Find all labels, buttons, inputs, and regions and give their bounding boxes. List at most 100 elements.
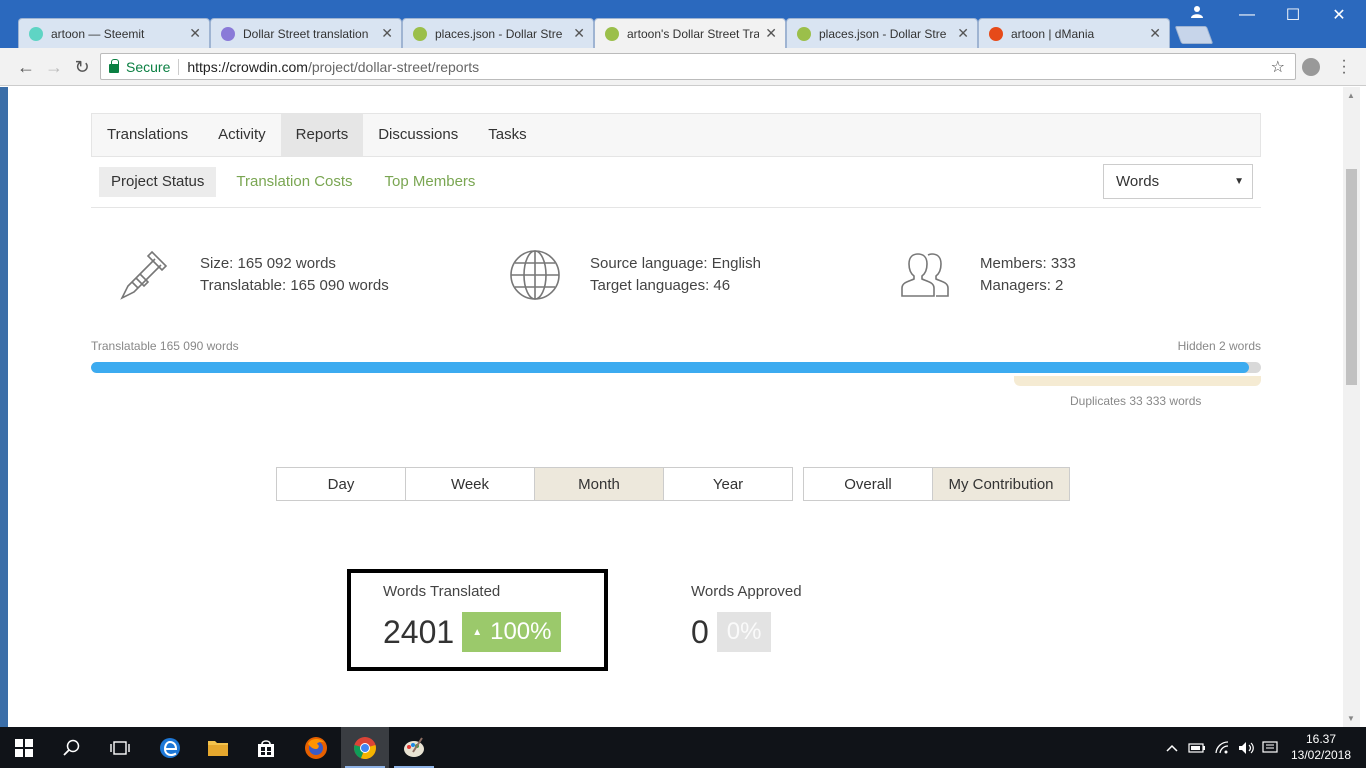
- metric-words-approved: Words Approved 0 0%: [691, 583, 802, 652]
- steemit-favicon-icon: [29, 26, 43, 41]
- subtab-translation-costs[interactable]: Translation Costs: [224, 167, 364, 197]
- subtab-top-members[interactable]: Top Members: [373, 167, 488, 197]
- close-tab-icon[interactable]: ✕: [189, 25, 201, 42]
- period-day-button[interactable]: Day: [276, 467, 405, 501]
- report-sub-tabs: Project Status Translation Costs Top Mem…: [91, 164, 1261, 208]
- unit-select[interactable]: Words ▼: [1103, 164, 1253, 199]
- browser-tab[interactable]: places.json - Dollar Stre ✕: [402, 18, 594, 48]
- action-center-icon[interactable]: [1262, 727, 1278, 768]
- firefox-icon[interactable]: [292, 727, 340, 768]
- tab-translations[interactable]: Translations: [92, 114, 203, 156]
- new-tab-button[interactable]: [1174, 26, 1214, 44]
- close-tab-icon[interactable]: ✕: [381, 25, 393, 42]
- close-tab-icon[interactable]: ✕: [1149, 25, 1161, 42]
- unit-select-value: Words: [1116, 173, 1160, 190]
- tab-reports[interactable]: Reports: [280, 114, 364, 156]
- stat-source-language: Source language: English: [590, 255, 761, 272]
- search-icon[interactable]: [48, 727, 96, 768]
- lock-icon: [109, 59, 119, 73]
- tab-discussions[interactable]: Discussions: [363, 114, 473, 156]
- project-nav-tabs: Translations Activity Reports Discussion…: [91, 113, 1261, 157]
- browser-tab-title: artoon's Dollar Street Tra: [627, 26, 760, 41]
- browser-tab[interactable]: artoon | dMania ✕: [978, 18, 1170, 48]
- browser-tab[interactable]: Dollar Street translation ✕: [210, 18, 402, 48]
- scope-overall-button[interactable]: Overall: [803, 467, 932, 501]
- chevron-down-icon: ▼: [1234, 176, 1244, 187]
- minimize-icon[interactable]: —: [1224, 0, 1270, 30]
- start-button[interactable]: [0, 727, 48, 768]
- windows-taskbar: 16.37 13/02/2018: [0, 727, 1366, 768]
- stat-languages: Source language: English Target language…: [508, 245, 761, 305]
- browser-tab-title: places.json - Dollar Stre: [819, 26, 947, 41]
- browser-menu-icon[interactable]: · · ·: [1340, 53, 1348, 81]
- metric-percent: 100%: [490, 618, 552, 645]
- maximize-icon[interactable]: ☐: [1270, 0, 1316, 30]
- wifi-icon[interactable]: [1214, 727, 1232, 768]
- page-scrollbar[interactable]: ▲ ▼: [1343, 87, 1360, 727]
- edge-icon[interactable]: [146, 727, 194, 768]
- stat-size-line: Size: 165 092 words: [200, 255, 336, 272]
- metric-percent-badge: 0%: [716, 612, 772, 652]
- metric-words-translated: Words Translated 2401 ▲ 100%: [383, 583, 562, 652]
- members-icon: [901, 253, 949, 297]
- dmania-favicon-icon: [989, 26, 1003, 41]
- window-edge: [0, 87, 8, 727]
- progress-translatable-label: Translatable 165 090 words: [91, 339, 239, 353]
- browser-toolbar: ← → ↻ Secure https://crowdin.com/project…: [0, 48, 1366, 86]
- url-path: /project/dollar-street/reports: [307, 58, 480, 75]
- crowdin-favicon-icon: [413, 26, 427, 41]
- browser-tab[interactable]: places.json - Dollar Stre ✕: [786, 18, 978, 48]
- store-icon[interactable]: [242, 727, 290, 768]
- paint-icon[interactable]: [390, 727, 438, 768]
- tab-tasks[interactable]: Tasks: [473, 114, 541, 156]
- browser-tab-title: artoon | dMania: [1011, 26, 1095, 41]
- metric-percent-badge: ▲ 100%: [462, 612, 562, 652]
- crowdin-favicon-icon: [605, 26, 619, 41]
- browser-tab-title: artoon — Steemit: [51, 26, 145, 41]
- reload-icon[interactable]: ↻: [70, 55, 94, 79]
- address-bar[interactable]: Secure https://crowdin.com/project/dolla…: [100, 53, 1296, 80]
- file-explorer-icon[interactable]: [194, 727, 242, 768]
- profile-icon[interactable]: [1188, 2, 1206, 20]
- metric-value: 2401: [383, 613, 455, 650]
- period-month-button[interactable]: Month: [534, 467, 663, 501]
- back-icon[interactable]: ←: [14, 55, 38, 79]
- close-tab-icon[interactable]: ✕: [573, 25, 585, 42]
- crowdin-favicon-icon: [797, 26, 811, 41]
- clock-time: 16.37: [1305, 732, 1337, 746]
- bookmark-star-icon[interactable]: ☆: [1271, 57, 1285, 77]
- caliper-icon: [120, 250, 168, 300]
- battery-icon[interactable]: [1188, 727, 1206, 768]
- duplicates-label: Duplicates 33 333 words: [1070, 394, 1202, 408]
- progress-hidden-label: Hidden 2 words: [1177, 339, 1261, 353]
- metric-percent: 0%: [726, 618, 762, 645]
- show-hidden-icons[interactable]: [1166, 727, 1178, 768]
- scope-my-contribution-button[interactable]: My Contribution: [932, 467, 1070, 501]
- subtab-project-status[interactable]: Project Status: [99, 167, 217, 197]
- chrome-icon[interactable]: [341, 727, 389, 768]
- scope-toggle-group: Overall My Contribution: [803, 467, 1070, 501]
- period-toggle-group: Day Week Month Year: [276, 467, 793, 501]
- globe-icon: [510, 250, 560, 300]
- close-tab-icon[interactable]: ✕: [957, 25, 969, 42]
- scroll-up-icon[interactable]: ▲: [1347, 91, 1355, 100]
- stat-members: Members: 333 Managers: 2: [898, 245, 1076, 305]
- tab-activity[interactable]: Activity: [203, 114, 281, 156]
- task-view-icon[interactable]: [96, 727, 144, 768]
- scroll-down-icon[interactable]: ▼: [1347, 714, 1355, 723]
- metric-label: Words Approved: [691, 583, 802, 600]
- close-window-icon[interactable]: ✕: [1316, 0, 1362, 30]
- extension-icon[interactable]: [1302, 58, 1320, 76]
- browser-tab-active[interactable]: artoon's Dollar Street Tra ✕: [594, 18, 786, 48]
- stat-target-languages: Target languages: 46: [590, 277, 731, 294]
- stat-size: Size: 165 092 words Translatable: 165 09…: [118, 245, 389, 305]
- taskbar-clock[interactable]: 16.37 13/02/2018: [1290, 731, 1352, 763]
- forward-icon[interactable]: →: [42, 55, 66, 79]
- period-year-button[interactable]: Year: [663, 467, 793, 501]
- browser-tab[interactable]: artoon — Steemit ✕: [18, 18, 210, 48]
- volume-icon[interactable]: [1238, 727, 1256, 768]
- metric-label: Words Translated: [383, 583, 501, 600]
- period-week-button[interactable]: Week: [405, 467, 534, 501]
- scrollbar-thumb[interactable]: [1346, 169, 1357, 385]
- close-tab-icon[interactable]: ✕: [765, 25, 777, 42]
